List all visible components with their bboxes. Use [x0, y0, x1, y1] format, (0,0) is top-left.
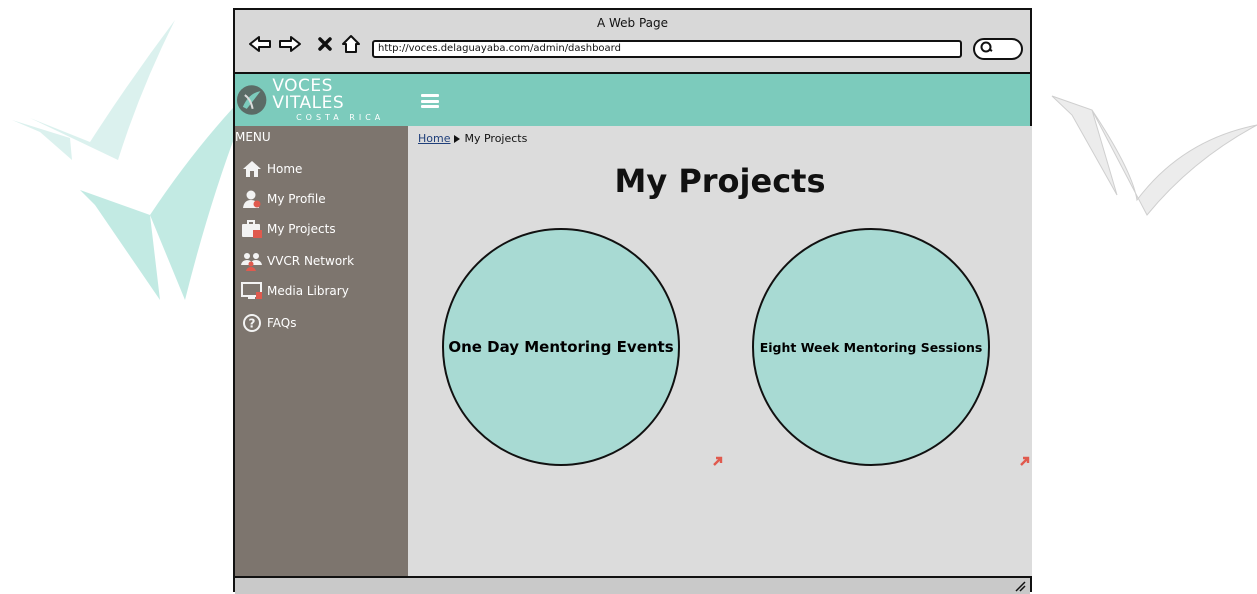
help-icon: ?: [241, 312, 263, 334]
background-checkmark-right: [1051, 95, 1257, 216]
browser-chrome: A Web Page http://voces.delaguayaba.com/…: [235, 10, 1030, 74]
logo-subtitle: COSTA RICA: [296, 113, 385, 122]
project-card-label: Eight Week Mentoring Sessions: [759, 339, 983, 355]
sidebar-item-label: My Profile: [267, 192, 326, 206]
logo-icon: [236, 85, 267, 115]
background-checkmark-left: [12, 20, 250, 300]
sidebar-item-my-projects[interactable]: My Projects: [241, 218, 336, 240]
breadcrumb: Home My Projects: [418, 132, 527, 145]
sidebar: MENU Home My Profile My Projects VVCR Ne…: [235, 126, 408, 576]
sidebar-item-label: My Projects: [267, 222, 336, 236]
browser-window: A Web Page http://voces.delaguayaba.com/…: [233, 8, 1032, 594]
logo: VOCES VITALES COSTA RICA: [235, 74, 408, 126]
breadcrumb-current: My Projects: [464, 132, 528, 145]
sidebar-item-label: VVCR Network: [267, 254, 355, 268]
page-title: My Projects: [614, 162, 826, 200]
sidebar-item-my-profile[interactable]: My Profile: [241, 188, 326, 210]
forward-arrow-icon[interactable]: [277, 32, 303, 56]
logo-title: VOCES VITALES: [272, 76, 345, 113]
sidebar-item-label: FAQs: [267, 316, 297, 330]
user-icon: [241, 188, 263, 210]
close-icon[interactable]: [315, 32, 335, 56]
sidebar-item-label: Media Library: [267, 284, 349, 298]
project-card-one-day-mentoring[interactable]: One Day Mentoring Events: [442, 228, 680, 466]
resize-handle-icon[interactable]: [1014, 580, 1026, 592]
breadcrumb-home-link[interactable]: Home: [418, 132, 450, 145]
sidebar-item-faqs[interactable]: ? FAQs: [241, 312, 297, 334]
status-bar: [235, 576, 1030, 594]
home-outline-icon[interactable]: [339, 32, 363, 56]
main-content: Home My Projects My Projects One Day Men…: [408, 126, 1032, 576]
window-title: A Web Page: [596, 16, 669, 30]
sidebar-item-media-library[interactable]: Media Library: [241, 280, 349, 302]
sidebar-item-home[interactable]: Home: [241, 158, 302, 180]
sidebar-item-vvcr-network[interactable]: VVCR Network: [241, 250, 354, 272]
link-arrow-icon[interactable]: [1020, 456, 1030, 466]
menu-label: MENU: [235, 130, 271, 144]
link-arrow-icon[interactable]: [713, 456, 723, 466]
svg-text:?: ?: [249, 317, 256, 331]
project-card-label: One Day Mentoring Events: [448, 338, 674, 356]
back-arrow-icon[interactable]: [247, 32, 273, 56]
sidebar-item-label: Home: [267, 162, 303, 176]
chevron-right-icon: [454, 134, 461, 143]
home-icon: [241, 158, 263, 180]
monitor-icon: [241, 280, 263, 302]
search-icon[interactable]: [973, 38, 1023, 60]
group-icon: [241, 250, 263, 272]
address-bar[interactable]: http://voces.delaguayaba.com/admin/dashb…: [372, 40, 962, 58]
project-card-eight-week-mentoring[interactable]: Eight Week Mentoring Sessions: [752, 228, 990, 466]
briefcase-icon: [241, 218, 263, 240]
hamburger-icon[interactable]: [421, 94, 439, 108]
